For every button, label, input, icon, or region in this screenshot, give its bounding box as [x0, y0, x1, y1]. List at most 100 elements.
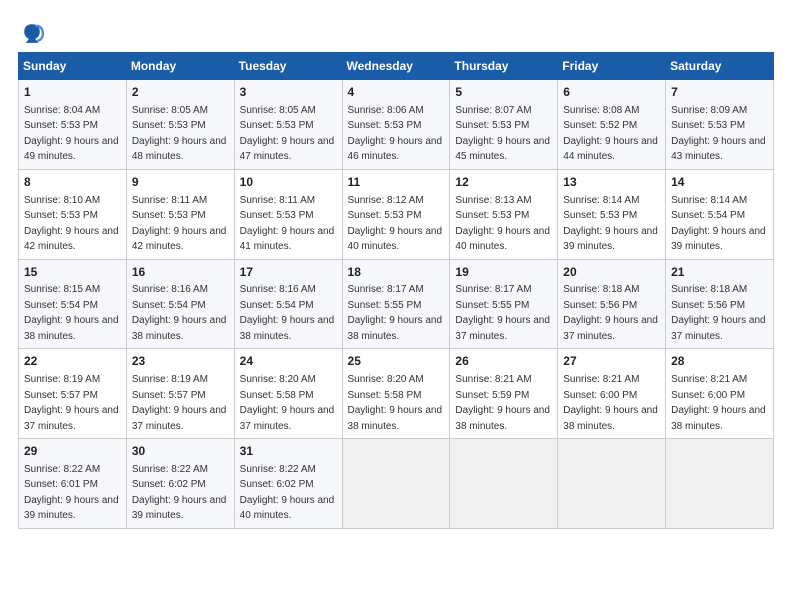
day-info: Sunrise: 8:14 AMSunset: 5:53 PMDaylight:…	[563, 195, 658, 253]
calendar-cell: 21 Sunrise: 8:18 AMSunset: 5:56 PMDaylig…	[666, 259, 774, 349]
calendar-cell: 31 Sunrise: 8:22 AMSunset: 6:02 PMDaylig…	[234, 439, 342, 529]
calendar-cell: 4 Sunrise: 8:06 AMSunset: 5:53 PMDayligh…	[342, 80, 450, 170]
day-info: Sunrise: 8:07 AMSunset: 5:53 PMDaylight:…	[455, 105, 550, 163]
calendar-cell: 24 Sunrise: 8:20 AMSunset: 5:58 PMDaylig…	[234, 349, 342, 439]
calendar-cell	[342, 439, 450, 529]
day-info: Sunrise: 8:11 AMSunset: 5:53 PMDaylight:…	[240, 195, 335, 253]
day-info: Sunrise: 8:10 AMSunset: 5:53 PMDaylight:…	[24, 195, 119, 253]
calendar-cell: 5 Sunrise: 8:07 AMSunset: 5:53 PMDayligh…	[450, 80, 558, 170]
calendar-cell: 9 Sunrise: 8:11 AMSunset: 5:53 PMDayligh…	[126, 169, 234, 259]
day-number: 14	[671, 174, 768, 191]
day-number: 9	[132, 174, 229, 191]
calendar-cell: 29 Sunrise: 8:22 AMSunset: 6:01 PMDaylig…	[19, 439, 127, 529]
calendar-cell: 23 Sunrise: 8:19 AMSunset: 5:57 PMDaylig…	[126, 349, 234, 439]
header-tuesday: Tuesday	[234, 53, 342, 80]
calendar-cell: 2 Sunrise: 8:05 AMSunset: 5:53 PMDayligh…	[126, 80, 234, 170]
header-thursday: Thursday	[450, 53, 558, 80]
week-row-3: 15 Sunrise: 8:15 AMSunset: 5:54 PMDaylig…	[19, 259, 774, 349]
calendar-cell: 6 Sunrise: 8:08 AMSunset: 5:52 PMDayligh…	[558, 80, 666, 170]
day-info: Sunrise: 8:21 AMSunset: 6:00 PMDaylight:…	[671, 374, 766, 432]
header-row: SundayMondayTuesdayWednesdayThursdayFrid…	[19, 53, 774, 80]
day-number: 1	[24, 84, 121, 101]
day-number: 29	[24, 443, 121, 460]
day-info: Sunrise: 8:22 AMSunset: 6:02 PMDaylight:…	[132, 464, 227, 522]
day-number: 6	[563, 84, 660, 101]
calendar-cell: 16 Sunrise: 8:16 AMSunset: 5:54 PMDaylig…	[126, 259, 234, 349]
calendar-cell: 7 Sunrise: 8:09 AMSunset: 5:53 PMDayligh…	[666, 80, 774, 170]
page-container: SundayMondayTuesdayWednesdayThursdayFrid…	[0, 0, 792, 539]
calendar-cell: 11 Sunrise: 8:12 AMSunset: 5:53 PMDaylig…	[342, 169, 450, 259]
day-number: 17	[240, 264, 337, 281]
day-info: Sunrise: 8:12 AMSunset: 5:53 PMDaylight:…	[348, 195, 443, 253]
day-info: Sunrise: 8:04 AMSunset: 5:53 PMDaylight:…	[24, 105, 119, 163]
day-number: 11	[348, 174, 445, 191]
day-info: Sunrise: 8:18 AMSunset: 5:56 PMDaylight:…	[563, 284, 658, 342]
calendar-cell: 27 Sunrise: 8:21 AMSunset: 6:00 PMDaylig…	[558, 349, 666, 439]
day-info: Sunrise: 8:09 AMSunset: 5:53 PMDaylight:…	[671, 105, 766, 163]
day-number: 15	[24, 264, 121, 281]
calendar-cell: 26 Sunrise: 8:21 AMSunset: 5:59 PMDaylig…	[450, 349, 558, 439]
day-info: Sunrise: 8:18 AMSunset: 5:56 PMDaylight:…	[671, 284, 766, 342]
day-info: Sunrise: 8:16 AMSunset: 5:54 PMDaylight:…	[240, 284, 335, 342]
calendar-cell: 8 Sunrise: 8:10 AMSunset: 5:53 PMDayligh…	[19, 169, 127, 259]
calendar-cell: 25 Sunrise: 8:20 AMSunset: 5:58 PMDaylig…	[342, 349, 450, 439]
day-number: 3	[240, 84, 337, 101]
page-header	[18, 18, 774, 46]
day-info: Sunrise: 8:15 AMSunset: 5:54 PMDaylight:…	[24, 284, 119, 342]
day-number: 10	[240, 174, 337, 191]
day-number: 23	[132, 353, 229, 370]
day-number: 5	[455, 84, 552, 101]
calendar-cell: 3 Sunrise: 8:05 AMSunset: 5:53 PMDayligh…	[234, 80, 342, 170]
day-number: 2	[132, 84, 229, 101]
day-number: 16	[132, 264, 229, 281]
day-number: 4	[348, 84, 445, 101]
week-row-5: 29 Sunrise: 8:22 AMSunset: 6:01 PMDaylig…	[19, 439, 774, 529]
logo-icon	[18, 18, 46, 46]
header-friday: Friday	[558, 53, 666, 80]
calendar-cell: 18 Sunrise: 8:17 AMSunset: 5:55 PMDaylig…	[342, 259, 450, 349]
day-number: 7	[671, 84, 768, 101]
calendar-table: SundayMondayTuesdayWednesdayThursdayFrid…	[18, 52, 774, 529]
day-number: 24	[240, 353, 337, 370]
week-row-2: 8 Sunrise: 8:10 AMSunset: 5:53 PMDayligh…	[19, 169, 774, 259]
calendar-cell: 22 Sunrise: 8:19 AMSunset: 5:57 PMDaylig…	[19, 349, 127, 439]
calendar-cell	[666, 439, 774, 529]
day-number: 20	[563, 264, 660, 281]
day-info: Sunrise: 8:21 AMSunset: 6:00 PMDaylight:…	[563, 374, 658, 432]
calendar-cell: 1 Sunrise: 8:04 AMSunset: 5:53 PMDayligh…	[19, 80, 127, 170]
day-info: Sunrise: 8:20 AMSunset: 5:58 PMDaylight:…	[348, 374, 443, 432]
day-info: Sunrise: 8:17 AMSunset: 5:55 PMDaylight:…	[455, 284, 550, 342]
calendar-cell: 30 Sunrise: 8:22 AMSunset: 6:02 PMDaylig…	[126, 439, 234, 529]
day-number: 13	[563, 174, 660, 191]
day-number: 22	[24, 353, 121, 370]
day-number: 31	[240, 443, 337, 460]
day-info: Sunrise: 8:13 AMSunset: 5:53 PMDaylight:…	[455, 195, 550, 253]
calendar-cell: 13 Sunrise: 8:14 AMSunset: 5:53 PMDaylig…	[558, 169, 666, 259]
week-row-4: 22 Sunrise: 8:19 AMSunset: 5:57 PMDaylig…	[19, 349, 774, 439]
day-info: Sunrise: 8:22 AMSunset: 6:02 PMDaylight:…	[240, 464, 335, 522]
week-row-1: 1 Sunrise: 8:04 AMSunset: 5:53 PMDayligh…	[19, 80, 774, 170]
day-info: Sunrise: 8:05 AMSunset: 5:53 PMDaylight:…	[132, 105, 227, 163]
day-number: 8	[24, 174, 121, 191]
day-info: Sunrise: 8:08 AMSunset: 5:52 PMDaylight:…	[563, 105, 658, 163]
calendar-cell: 15 Sunrise: 8:15 AMSunset: 5:54 PMDaylig…	[19, 259, 127, 349]
calendar-cell: 17 Sunrise: 8:16 AMSunset: 5:54 PMDaylig…	[234, 259, 342, 349]
day-number: 25	[348, 353, 445, 370]
day-number: 26	[455, 353, 552, 370]
day-info: Sunrise: 8:22 AMSunset: 6:01 PMDaylight:…	[24, 464, 119, 522]
day-number: 30	[132, 443, 229, 460]
day-number: 19	[455, 264, 552, 281]
day-number: 12	[455, 174, 552, 191]
header-saturday: Saturday	[666, 53, 774, 80]
calendar-cell: 10 Sunrise: 8:11 AMSunset: 5:53 PMDaylig…	[234, 169, 342, 259]
day-info: Sunrise: 8:14 AMSunset: 5:54 PMDaylight:…	[671, 195, 766, 253]
calendar-cell: 12 Sunrise: 8:13 AMSunset: 5:53 PMDaylig…	[450, 169, 558, 259]
day-number: 18	[348, 264, 445, 281]
day-number: 27	[563, 353, 660, 370]
day-info: Sunrise: 8:19 AMSunset: 5:57 PMDaylight:…	[24, 374, 119, 432]
header-sunday: Sunday	[19, 53, 127, 80]
calendar-cell	[558, 439, 666, 529]
day-info: Sunrise: 8:17 AMSunset: 5:55 PMDaylight:…	[348, 284, 443, 342]
day-info: Sunrise: 8:06 AMSunset: 5:53 PMDaylight:…	[348, 105, 443, 163]
day-info: Sunrise: 8:05 AMSunset: 5:53 PMDaylight:…	[240, 105, 335, 163]
